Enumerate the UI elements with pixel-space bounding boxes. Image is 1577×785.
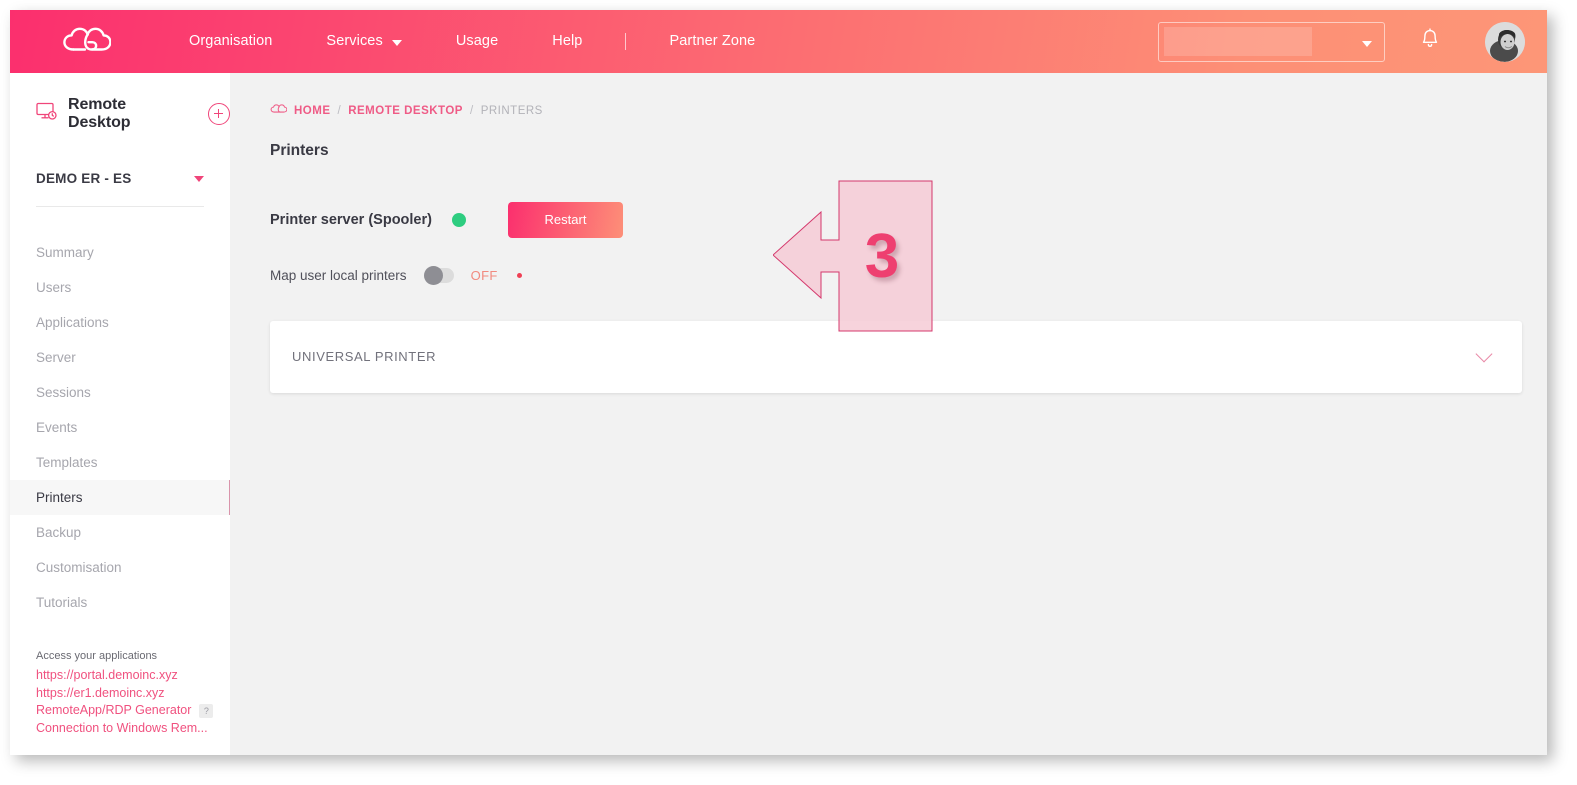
- plus-circle-icon[interactable]: [208, 103, 230, 125]
- universal-printer-title: UNIVERSAL PRINTER: [292, 349, 437, 365]
- sidebar-item-events[interactable]: Events: [10, 410, 230, 445]
- breadcrumb-remote-desktop[interactable]: REMOTE DESKTOP: [348, 105, 463, 117]
- avatar[interactable]: [1485, 21, 1525, 62]
- cloud-icon: [270, 103, 288, 118]
- sidebar: Remote Desktop DEMO ER - ES Summary User…: [10, 73, 231, 755]
- sidebar-item-backup[interactable]: Backup: [10, 515, 230, 550]
- main-nav: Organisation Services Usage Help Partner…: [162, 10, 782, 73]
- status-dot-icon: [516, 272, 522, 278]
- sidebar-item-printers[interactable]: Printers: [10, 480, 231, 515]
- sidebar-item-applications[interactable]: Applications: [10, 305, 230, 340]
- sidebar-service-header: Remote Desktop: [10, 73, 230, 132]
- nav-item-partner-zone[interactable]: Partner Zone: [642, 10, 782, 73]
- sidebar-item-sessions[interactable]: Sessions: [10, 375, 230, 410]
- map-local-printers-state: OFF: [470, 267, 498, 283]
- nav-item-organisation[interactable]: Organisation: [162, 10, 299, 73]
- restart-button[interactable]: Restart: [507, 201, 623, 238]
- sidebar-item-users[interactable]: Users: [10, 270, 230, 305]
- printer-server-label: Printer server (Spooler): [270, 211, 432, 228]
- account-selector[interactable]: [1158, 21, 1385, 62]
- notification-bell-icon: [1420, 28, 1440, 55]
- top-navigation-bar: Organisation Services Usage Help Partner…: [10, 10, 1547, 73]
- rdp-generator-row: RemoteApp/RDP Generator ?: [36, 702, 230, 720]
- nav-item-help[interactable]: Help: [525, 10, 609, 73]
- cloud-logo-icon: [61, 26, 111, 58]
- page-title: Printers: [270, 142, 329, 160]
- chevron-down-icon[interactable]: [1475, 345, 1493, 363]
- breadcrumb-separator: /: [469, 104, 474, 117]
- brand-logo[interactable]: [10, 26, 162, 58]
- nav-item-usage[interactable]: Usage: [429, 10, 525, 73]
- breadcrumb-separator: /: [337, 104, 342, 117]
- printer-server-row: Printer server (Spooler) Restart: [230, 171, 1547, 238]
- map-local-printers-toggle[interactable]: [423, 265, 454, 285]
- app-window: Organisation Services Usage Help Partner…: [10, 10, 1547, 755]
- help-question-icon[interactable]: ?: [199, 703, 214, 718]
- toggle-knob: [423, 265, 443, 285]
- map-local-printers-row: Map user local printers OFF: [230, 238, 1547, 285]
- chevron-down-icon: [391, 39, 402, 46]
- organisation-selector[interactable]: DEMO ER - ES: [36, 171, 204, 207]
- sidebar-item-server[interactable]: Server: [10, 340, 230, 375]
- organisation-name: DEMO ER - ES: [36, 171, 132, 186]
- breadcrumb: HOME / REMOTE DESKTOP / PRINTERS: [230, 73, 1547, 118]
- remote-desktop-monitor-icon: [36, 102, 58, 126]
- chevron-down-icon: [1362, 40, 1372, 47]
- notifications-button[interactable]: [1413, 25, 1447, 59]
- sidebar-item-summary[interactable]: Summary: [10, 235, 230, 270]
- er1-url-link[interactable]: https://er1.demoinc.xyz: [36, 685, 230, 703]
- breadcrumb-printers: PRINTERS: [480, 104, 543, 117]
- sidebar-service-title: Remote Desktop: [68, 96, 131, 131]
- sidebar-footer: Access your applications https://portal.…: [10, 650, 230, 737]
- sidebar-item-templates[interactable]: Templates: [10, 445, 230, 480]
- universal-printer-card[interactable]: UNIVERSAL PRINTER: [270, 320, 1522, 393]
- status-badge: [451, 212, 466, 227]
- caret-down-icon: [194, 175, 204, 182]
- nav-item-services-label: Services: [326, 33, 383, 49]
- topbar-right-cluster: [1158, 10, 1547, 73]
- sidebar-item-customisation[interactable]: Customisation: [10, 550, 230, 585]
- nav-item-services[interactable]: Services: [299, 10, 428, 73]
- sidebar-item-tutorials[interactable]: Tutorials: [10, 585, 230, 620]
- rdp-generator-link[interactable]: RemoteApp/RDP Generator: [36, 702, 191, 720]
- main-content: HOME / REMOTE DESKTOP / PRINTERS Printer…: [230, 73, 1547, 755]
- access-applications-label: Access your applications: [36, 650, 158, 662]
- map-local-printers-label: Map user local printers: [270, 267, 407, 283]
- windows-remote-connection-link[interactable]: Connection to Windows Rem...: [36, 720, 230, 738]
- nav-divider: [625, 33, 627, 50]
- portal-url-link[interactable]: https://portal.demoinc.xyz: [36, 667, 230, 685]
- account-selector-value: [1164, 26, 1312, 56]
- sidebar-nav: Summary Users Applications Server Sessio…: [10, 235, 231, 620]
- breadcrumb-home[interactable]: HOME: [294, 105, 331, 117]
